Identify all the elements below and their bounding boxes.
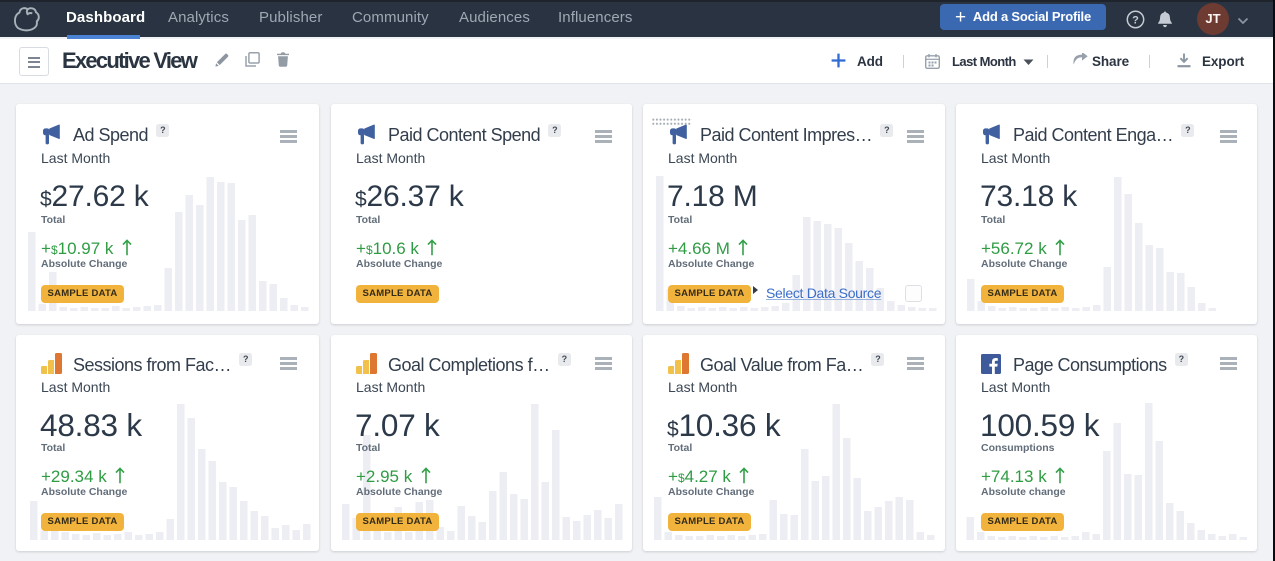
svg-text:?: ?	[1132, 14, 1139, 26]
